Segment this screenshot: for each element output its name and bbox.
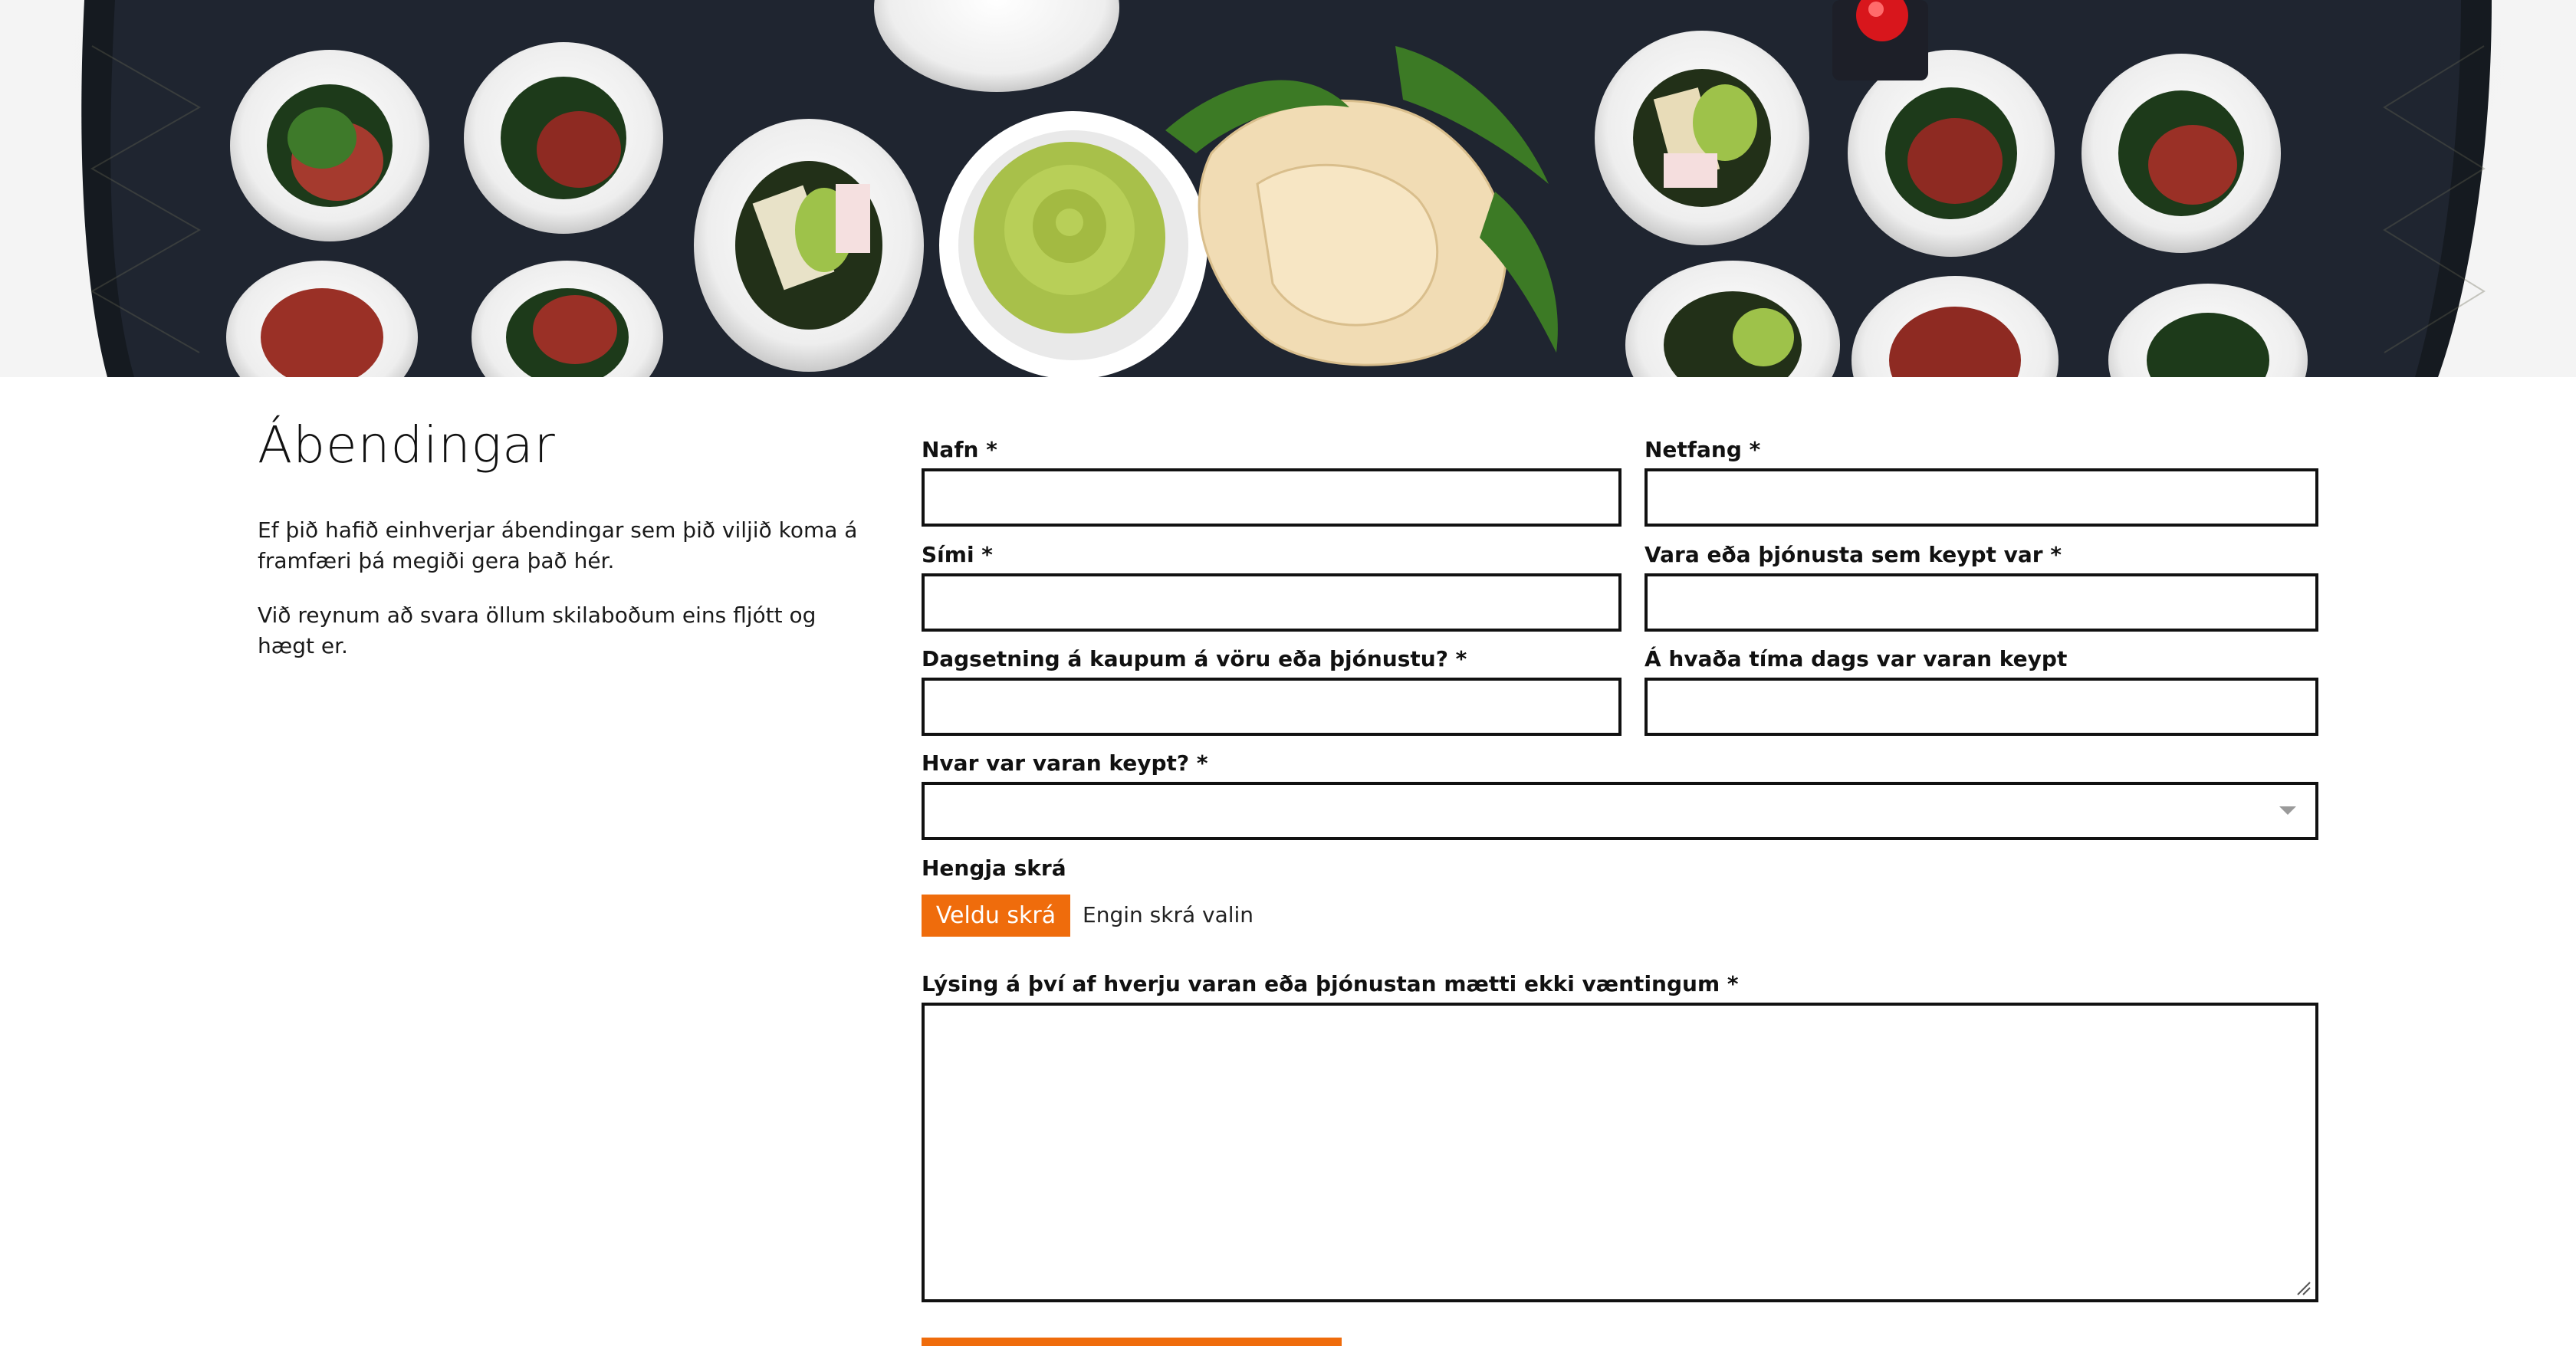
- purchase-date-label: Dagsetning á kaupum á vöru eða þjónustu?…: [922, 646, 1467, 671]
- description-textarea[interactable]: [922, 1003, 2318, 1302]
- location-label: Hvar var varan keypt? *: [922, 750, 1208, 776]
- name-field[interactable]: [922, 468, 1622, 527]
- file-status-text: Engin skrá valin: [1083, 902, 1254, 927]
- email-label: Netfang *: [1644, 437, 1761, 462]
- page-title: Ábendingar: [258, 415, 556, 474]
- phone-field[interactable]: [922, 573, 1622, 632]
- intro-paragraph: Ef þið hafið einhverjar ábendingar sem þ…: [258, 517, 858, 573]
- resize-grip-icon[interactable]: [2295, 1279, 2312, 1296]
- location-select[interactable]: [922, 782, 2318, 840]
- name-label: Nafn *: [922, 437, 997, 462]
- email-field[interactable]: [1644, 468, 2318, 527]
- purchase-time-field[interactable]: [1644, 678, 2318, 736]
- product-field[interactable]: [1644, 573, 2318, 632]
- choose-file-button[interactable]: Veldu skrá: [922, 895, 1070, 937]
- phone-label: Sími *: [922, 542, 993, 567]
- description-label: Lýsing á því af hverju varan eða þjónust…: [922, 971, 1739, 996]
- purchase-time-label: Á hvaða tíma dags var varan keypt: [1644, 646, 2068, 671]
- hero-banner: [0, 0, 2576, 377]
- submit-button[interactable]: [922, 1338, 1342, 1346]
- intro-paragraph-response: Við reynum að svara öllum skilaboðum ein…: [258, 602, 816, 658]
- product-label: Vara eða þjónusta sem keypt var *: [1644, 542, 2062, 567]
- chevron-down-icon[interactable]: [2279, 806, 2296, 815]
- purchase-date-field[interactable]: [922, 678, 1622, 736]
- sushi-platter-photo-icon: [0, 0, 2576, 377]
- attach-file-label: Hengja skrá: [922, 855, 1066, 881]
